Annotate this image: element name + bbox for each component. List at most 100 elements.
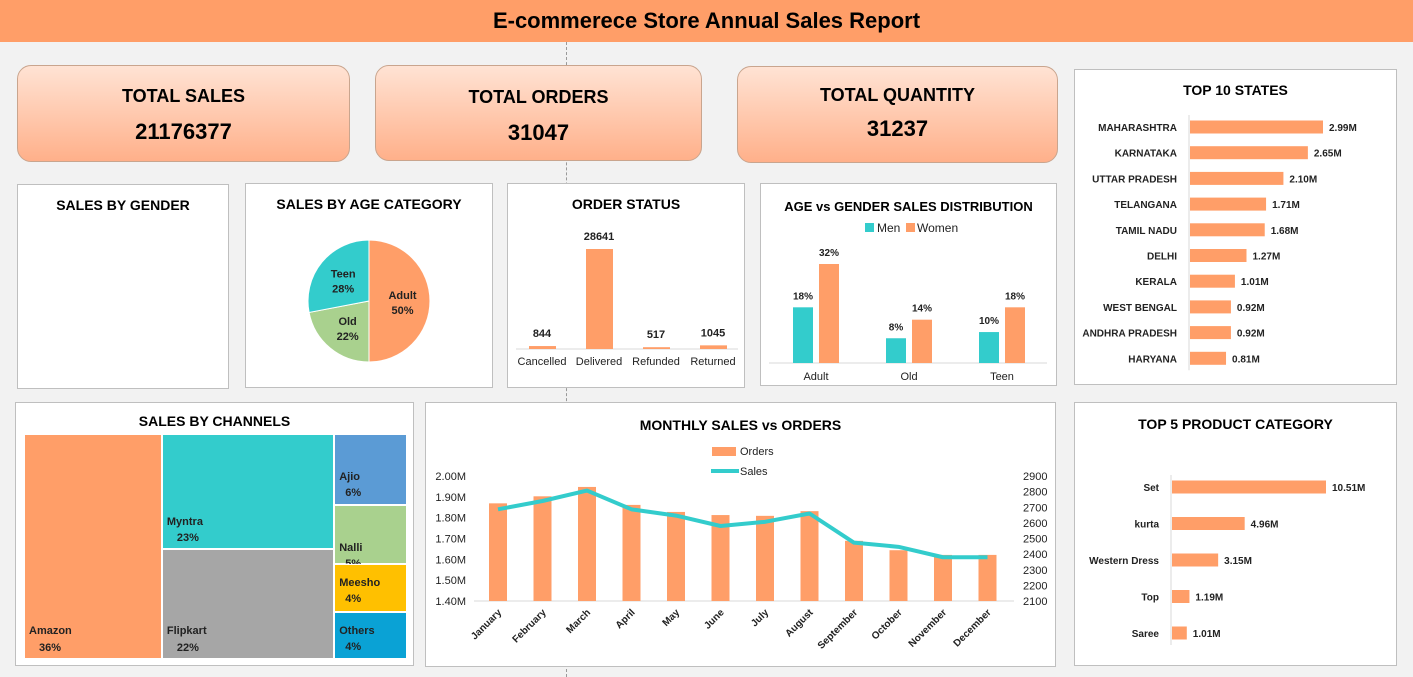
orders-bar xyxy=(489,503,507,601)
orders-bar xyxy=(533,496,552,601)
y-right-tick: 2900 xyxy=(1023,471,1047,483)
treemap-tile-nalli: Nalli5% xyxy=(334,505,407,570)
month-label: February xyxy=(511,607,549,645)
data-label: 18% xyxy=(793,291,813,302)
tile-label: Ajio xyxy=(339,471,360,483)
age-gender-bar xyxy=(886,338,906,363)
y-left-tick: 1.80M xyxy=(435,513,466,525)
treemap-tile-amazon: Amazon 36% xyxy=(24,434,162,659)
category-label: MAHARASHTRA xyxy=(1098,123,1177,134)
tile-label: Others xyxy=(339,624,375,637)
y-right-tick: 2700 xyxy=(1023,502,1047,514)
y-right-tick: 2600 xyxy=(1023,518,1047,530)
age-gender-bar xyxy=(819,264,839,363)
category-label: Cancelled xyxy=(518,356,567,368)
age-chart-panel: SALES BY AGE CATEGORY Adult 50% Old 22% Teen… xyxy=(245,183,493,388)
category-label: Returned xyxy=(690,356,735,368)
data-label: 1045 xyxy=(701,327,725,339)
tile-value: 23% xyxy=(176,532,199,544)
channels-treemap: Amazon 36% Myntra 23% Flipkart 22% Ajio 6% Nalli… xyxy=(24,434,407,659)
top-states-panel: TOP 10 STATES MAHARASHTRA 2.99M KARNATAKA 2… xyxy=(1074,69,1397,385)
h-bar xyxy=(1172,626,1187,640)
h-bar xyxy=(1190,249,1247,262)
data-label: 1.19M xyxy=(1195,593,1223,604)
y-left-tick: 1.70M xyxy=(435,534,466,546)
order-status-panel: ORDER STATUS 844 Cancelled 28641 Delivered 5… xyxy=(507,183,745,388)
y-left-tick: 1.90M xyxy=(435,492,466,504)
y-left-tick: 1.40M xyxy=(435,596,466,608)
data-label: 0.81M xyxy=(1232,354,1260,365)
data-label: 517 xyxy=(647,329,665,341)
data-label: 1.27M xyxy=(1252,252,1280,263)
order-status-chart: 844 Cancelled 28641 Delivered 517 Refunded 104… xyxy=(516,231,738,368)
data-label: 2.10M xyxy=(1289,174,1317,185)
category-label: DELHI xyxy=(1147,252,1177,263)
tile-label: Nalli xyxy=(339,542,363,555)
legend-swatch xyxy=(865,223,874,232)
y-left-tick: 1.60M xyxy=(435,554,466,566)
kpi-value: 21176377 xyxy=(135,119,232,144)
category-label: Western Dress xyxy=(1089,556,1159,567)
kpi-value: 31237 xyxy=(866,116,929,141)
slice-label: Old xyxy=(338,316,356,328)
month-label: June xyxy=(702,607,727,632)
channels-panel: SALES BY CHANNELS Amazon 36% Myntra 23% Flip… xyxy=(15,402,414,666)
tile-label: Myntra xyxy=(166,516,203,528)
data-label: 4.96M xyxy=(1251,520,1279,531)
kpi-total-orders: TOTAL ORDERS 31047 xyxy=(375,65,702,161)
h-bar xyxy=(1190,197,1267,211)
orders-bar xyxy=(800,511,819,601)
month-label: August xyxy=(783,607,816,640)
data-label: 844 xyxy=(533,328,552,340)
month-label: December xyxy=(952,607,994,649)
top-states-chart: MAHARASHTRA 2.99M KARNATAKA 2.65M UTTAR PRAD… xyxy=(1082,115,1357,371)
data-label: 8% xyxy=(889,322,904,333)
month-label: November xyxy=(907,607,949,649)
y-right-tick: 2200 xyxy=(1023,580,1047,592)
chart-title: SALES BY CHANNELS xyxy=(138,413,291,429)
h-bar xyxy=(1190,351,1227,365)
month-label: May xyxy=(661,607,683,629)
data-label: 14% xyxy=(912,304,932,315)
h-bar xyxy=(1190,274,1235,288)
age-pie-chart: Adult 50% Old 22% Teen 28% xyxy=(307,239,431,363)
data-label: 1.01M xyxy=(1193,629,1221,640)
orders-bar xyxy=(934,554,952,601)
status-bar xyxy=(700,345,727,349)
legend-label: Orders xyxy=(740,446,774,458)
age-gender-bar xyxy=(793,307,813,363)
tile-value: 22% xyxy=(176,642,199,654)
month-label: September xyxy=(816,607,860,651)
y-left-tick: 1.50M xyxy=(435,575,466,587)
treemap-tile-meesho: Meesho 4% xyxy=(334,564,407,612)
sales-line xyxy=(497,488,988,560)
gender-chart-panel: SALES BY GENDER Men36%Women64% xyxy=(17,184,229,389)
data-label: 28641 xyxy=(584,231,615,243)
data-label: 1.01M xyxy=(1241,277,1269,288)
category-label: UTTAR PRADESH xyxy=(1092,174,1177,185)
tile-label: Flipkart xyxy=(166,625,207,637)
category-label: Delivered xyxy=(576,356,622,368)
legend-swatch xyxy=(712,447,736,456)
gender-pie-chart: Men36%Women64% xyxy=(18,185,228,388)
category-label: ANDHRA PRADESH xyxy=(1082,329,1177,340)
data-label: 2.65M xyxy=(1314,149,1342,160)
month-label: July xyxy=(749,607,771,629)
category-label: TELANGANA xyxy=(1114,200,1177,211)
month-label: March xyxy=(565,607,594,636)
category-label: Teen xyxy=(990,371,1014,383)
legend-swatch xyxy=(906,223,915,232)
kpi-label: TOTAL ORDERS xyxy=(468,87,609,107)
age-gender-chart: Men Women 18% 32% Adult 8% 14% Old 10% 18% Teen xyxy=(769,221,1047,383)
treemap-tile-ajio: Ajio 6% xyxy=(334,434,407,506)
data-label: 10% xyxy=(979,316,999,327)
legend-label: Men xyxy=(877,221,900,235)
kpi-total-sales: TOTAL SALES 21176377 xyxy=(17,65,350,162)
kpi-label: TOTAL SALES xyxy=(121,86,245,106)
y-right-tick: 2400 xyxy=(1023,549,1047,561)
data-label: 1.68M xyxy=(1271,226,1299,237)
data-label: 18% xyxy=(1005,291,1025,302)
age-gender-panel: AGE vs GENDER SALES DISTRIBUTION Men Wome… xyxy=(760,183,1057,386)
tile-label: Meesho xyxy=(339,577,381,590)
h-bar xyxy=(1190,223,1265,237)
